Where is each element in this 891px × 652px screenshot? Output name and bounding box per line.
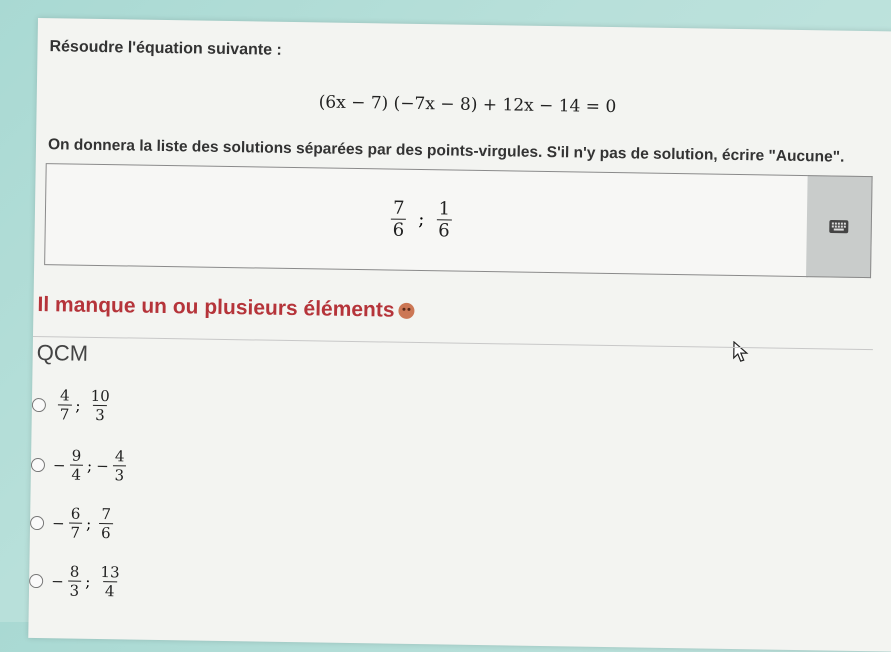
qcm-option-3[interactable]: − 6 7 ; 7 6 <box>29 504 113 543</box>
fraction-denominator: 3 <box>67 580 82 600</box>
answer-fraction-2: 1 6 <box>436 198 452 242</box>
qcm-option-4[interactable]: − 8 3 ; 13 4 <box>29 562 122 601</box>
fraction-denominator: 3 <box>112 465 127 485</box>
option-fraction: 10 3 <box>88 386 112 425</box>
fraction-numerator: 13 <box>100 563 120 582</box>
option-separator: ; <box>86 456 93 475</box>
option-fraction: 4 7 <box>57 386 72 424</box>
fraction-numerator: 10 <box>90 386 110 406</box>
radio-button[interactable] <box>31 397 47 412</box>
fraction-numerator: 4 <box>59 386 70 405</box>
answer-separator: ; <box>418 209 425 231</box>
equation: (6x − 7) (−7x − 8) + 12x − 14 = 0 <box>318 92 617 118</box>
option-separator: ; <box>86 514 92 533</box>
feedback-message: Il manque un ou plusieurs éléments <box>37 293 415 323</box>
qcm-title: QCM <box>36 340 89 366</box>
fraction-numerator: 7 <box>101 505 112 524</box>
radio-button[interactable] <box>29 515 45 530</box>
fraction-numerator: 8 <box>69 562 80 581</box>
qcm-option-1[interactable]: 4 7 ; 10 3 <box>31 386 112 425</box>
option-fraction: 4 3 <box>112 447 127 485</box>
feedback-text: Il manque un ou plusieurs éléments <box>37 293 395 322</box>
keyboard-button[interactable] <box>806 175 873 279</box>
radio-button[interactable] <box>29 573 44 588</box>
option-fraction: 9 4 <box>69 446 84 484</box>
fraction-denominator: 7 <box>57 404 72 424</box>
keyboard-icon <box>829 219 849 234</box>
fraction-numerator: 7 <box>392 197 405 219</box>
qcm-option-2[interactable]: − 9 4 ; − 4 3 <box>30 446 127 485</box>
option-fraction: 6 7 <box>68 504 83 542</box>
fraction-denominator: 6 <box>98 523 113 543</box>
fraction-denominator: 4 <box>69 464 84 484</box>
answer-input[interactable]: 7 6 ; 1 6 <box>44 163 810 278</box>
fraction-denominator: 6 <box>436 219 452 242</box>
option-fraction: 7 6 <box>98 505 113 543</box>
option-fraction: 13 4 <box>98 563 122 601</box>
sign: − <box>51 513 65 532</box>
option-separator: ; <box>75 396 81 415</box>
fraction-denominator: 3 <box>93 404 107 425</box>
instruction-text: On donnera la liste des solutions séparé… <box>47 136 845 166</box>
fraction-numerator: 1 <box>438 198 451 220</box>
sign: − <box>52 455 66 474</box>
radio-button[interactable] <box>30 457 46 472</box>
answer-content: 7 6 ; 1 6 <box>390 197 453 242</box>
fraction-numerator: 4 <box>114 447 125 466</box>
fraction-numerator: 6 <box>70 504 81 523</box>
fraction-denominator: 4 <box>102 581 117 601</box>
question-prompt: Résoudre l'équation suivante : <box>49 38 282 59</box>
fraction-numerator: 9 <box>71 446 82 465</box>
sign: − <box>51 571 64 590</box>
option-separator: ; <box>85 572 91 591</box>
answer-fraction-1: 7 6 <box>390 197 407 241</box>
exercise-sheet: Résoudre l'équation suivante : (6x − 7) … <box>28 18 891 652</box>
option-fraction: 8 3 <box>67 562 82 600</box>
fraction-denominator: 6 <box>390 218 407 241</box>
mouse-cursor-icon <box>733 340 749 368</box>
sign: − <box>96 456 109 475</box>
sad-face-icon <box>398 302 415 319</box>
fraction-denominator: 7 <box>68 522 83 542</box>
